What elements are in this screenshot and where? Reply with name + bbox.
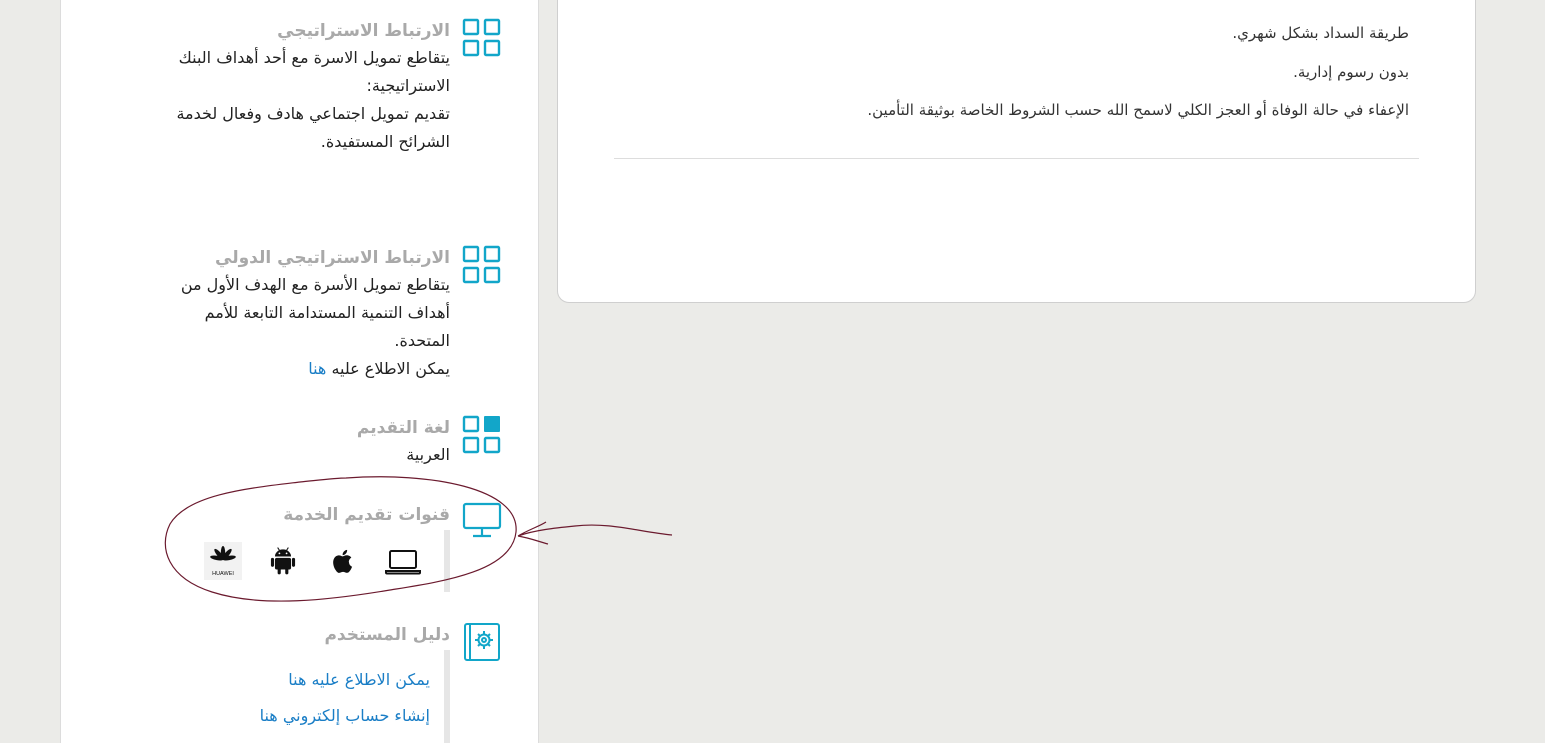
android-icon[interactable] bbox=[264, 542, 302, 580]
language-title: لغة التقديم bbox=[356, 418, 450, 438]
grid-icon bbox=[462, 245, 501, 284]
language-section: لغة التقديم العربية bbox=[102, 415, 502, 469]
card-divider bbox=[614, 158, 1419, 159]
sidebar: الارتباط الاستراتيجي يتقاطع تمويل الاسرة… bbox=[60, 0, 539, 743]
grid-icon bbox=[462, 18, 501, 57]
apple-icon[interactable] bbox=[324, 542, 362, 580]
strategic-link-line: الاستراتيجية: bbox=[366, 76, 450, 95]
guide-view-link[interactable]: يمكن الاطلاع عليه هنا bbox=[260, 662, 430, 698]
intl-link-view-line: يمكن الاطلاع عليه هنا bbox=[102, 355, 450, 383]
guide-divider bbox=[444, 650, 450, 743]
language-value: العربية bbox=[406, 445, 450, 464]
annotation-arrow bbox=[517, 521, 673, 545]
svg-text:HUAWEI: HUAWEI bbox=[212, 571, 234, 577]
strategic-link-line: يتقاطع تمويل الاسرة مع أحد أهداف البنك bbox=[178, 48, 450, 67]
intl-link-line: أهداف التنمية المستدامة التابعة للأمم bbox=[204, 303, 450, 322]
intl-link-title: الارتباط الاستراتيجي الدولي bbox=[215, 248, 450, 268]
guide-links: يمكن الاطلاع عليه هنا إنشاء حساب إلكترون… bbox=[260, 662, 430, 734]
features-list: طريقة السداد بشكل شهري. بدون رسوم إدارية… bbox=[867, 14, 1409, 130]
huawei-icon[interactable]: HUAWEI bbox=[204, 542, 242, 580]
intl-link-line: المتحدة. bbox=[394, 331, 450, 350]
intl-link-section: الارتباط الاستراتيجي الدولي يتقاطع تمويل… bbox=[102, 245, 502, 383]
guide-title: دليل المستخدم bbox=[324, 625, 450, 645]
channels-title: قنوات تقديم الخدمة bbox=[283, 505, 450, 525]
grid-filled-icon bbox=[462, 415, 501, 454]
user-guide-icon bbox=[464, 623, 500, 661]
features-card: طريقة السداد بشكل شهري. بدون رسوم إدارية… bbox=[557, 0, 1476, 303]
channels-section: قنوات تقديم الخدمة HUAWEI bbox=[102, 502, 502, 597]
intl-link-view-text: يمكن الاطلاع عليه bbox=[331, 359, 450, 378]
intl-link-here-link[interactable]: هنا bbox=[308, 359, 326, 378]
strategic-link-line: تقديم تمويل اجتماعي هادف وفعال لخدمة bbox=[176, 104, 450, 123]
intl-link-line: يتقاطع تمويل الأسرة مع الهدف الأول من bbox=[180, 275, 450, 294]
feature-line: بدون رسوم إدارية. bbox=[1293, 62, 1409, 81]
monitor-icon bbox=[462, 502, 502, 538]
laptop-icon[interactable] bbox=[384, 542, 422, 580]
channels-divider bbox=[444, 530, 450, 592]
guide-create-account-link[interactable]: إنشاء حساب إلكتروني هنا bbox=[260, 698, 430, 734]
strategic-link-line: الشرائح المستفيدة. bbox=[320, 132, 450, 151]
strategic-link-section: الارتباط الاستراتيجي يتقاطع تمويل الاسرة… bbox=[102, 18, 502, 156]
channels-list: HUAWEI bbox=[204, 542, 422, 580]
strategic-link-title: الارتباط الاستراتيجي bbox=[277, 21, 450, 41]
feature-line: طريقة السداد بشكل شهري. bbox=[1232, 24, 1409, 42]
guide-section: دليل المستخدم يمكن الاطلاع عليه هنا إنشا… bbox=[102, 622, 502, 743]
feature-line: الإعفاء في حالة الوفاة أو العجز الكلي لا… bbox=[867, 101, 1409, 119]
